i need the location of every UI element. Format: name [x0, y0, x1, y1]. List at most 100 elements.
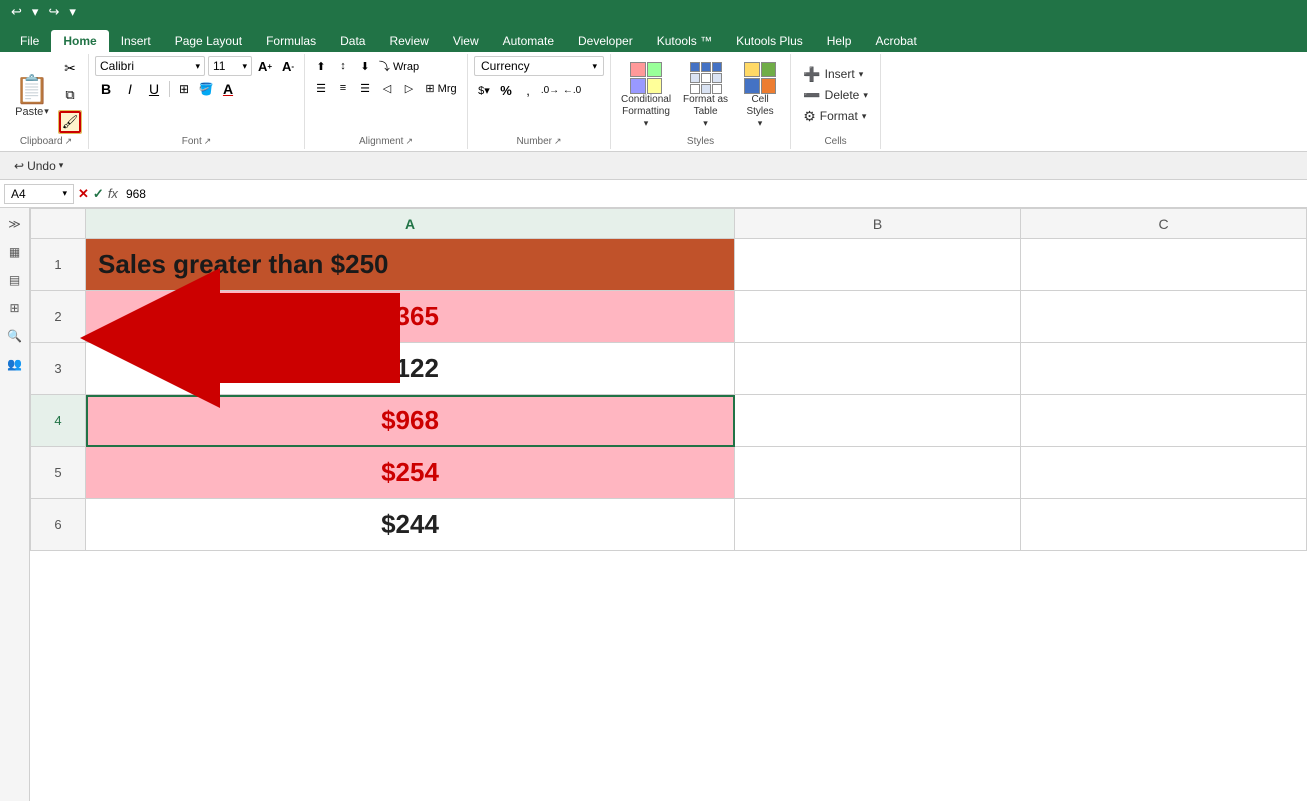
insert-dropdown-icon[interactable]: ▾ — [859, 69, 864, 80]
shrink-font-button[interactable]: A- — [278, 56, 298, 76]
tab-help[interactable]: Help — [815, 30, 864, 52]
cell-a2[interactable]: $365 — [86, 291, 735, 343]
percent-btn[interactable]: % — [496, 80, 516, 100]
format-cells-button[interactable]: ⚙ Format ▾ — [800, 107, 869, 126]
tab-automate[interactable]: Automate — [491, 30, 566, 52]
side-icon-2[interactable]: ▦ — [3, 240, 27, 264]
tab-data[interactable]: Data — [328, 30, 377, 52]
redo-quick-btn[interactable]: ↪ — [45, 3, 62, 21]
comma-btn[interactable]: , — [518, 80, 538, 100]
format-painter-button[interactable]: 🖌 — [58, 110, 82, 134]
tab-page-layout[interactable]: Page Layout — [163, 30, 254, 52]
border-button[interactable]: ⊞ — [174, 79, 194, 99]
cell-a1[interactable]: Sales greater than $250 — [86, 239, 735, 291]
cell-a6[interactable]: $244 — [86, 499, 735, 551]
cell-b4[interactable] — [735, 395, 1021, 447]
wrap-text-button[interactable]: ⤵ Wrap — [377, 56, 421, 76]
cell-c2[interactable] — [1021, 291, 1307, 343]
side-icon-6[interactable]: 👥 — [3, 352, 27, 376]
cell-reference-box[interactable]: A4 ▾ — [4, 184, 74, 204]
underline-button[interactable]: U — [143, 78, 165, 100]
decrease-decimal-btn[interactable]: ←.0 — [562, 80, 582, 100]
indent-inc-button[interactable]: ▷ — [399, 78, 419, 98]
cell-a5[interactable]: $254 — [86, 447, 735, 499]
cell-b3[interactable] — [735, 343, 1021, 395]
cell-a3[interactable]: $122 — [86, 343, 735, 395]
top-align-button[interactable]: ⬆ — [311, 56, 331, 76]
tab-view[interactable]: View — [441, 30, 491, 52]
fill-color-button[interactable]: 🪣 — [196, 79, 216, 99]
cancel-formula-icon[interactable]: ✕ — [78, 186, 89, 202]
side-icon-5[interactable]: 🔍 — [3, 324, 27, 348]
undo-dropdown-btn[interactable]: ▾ — [29, 3, 42, 21]
cell-b6[interactable] — [735, 499, 1021, 551]
merge-button[interactable]: ⊞ Mrg — [421, 78, 461, 98]
side-icon-3[interactable]: ▤ — [3, 268, 27, 292]
cell-c3[interactable] — [1021, 343, 1307, 395]
side-icon-4[interactable]: ⊞ — [3, 296, 27, 320]
side-icon-1[interactable]: ≫ — [3, 212, 27, 236]
cell-b5[interactable] — [735, 447, 1021, 499]
col-header-c[interactable]: C — [1021, 209, 1307, 239]
undo-dropdown-icon[interactable]: ▾ — [59, 160, 64, 171]
tab-kutools-plus[interactable]: Kutools Plus — [724, 30, 815, 52]
conditional-formatting-button[interactable]: ConditionalFormatting ▾ — [617, 60, 675, 131]
format-dropdown-icon[interactable]: ▾ — [862, 111, 867, 122]
insert-cells-button[interactable]: ➕ Insert ▾ — [800, 65, 866, 84]
tab-review[interactable]: Review — [377, 30, 440, 52]
cell-a4[interactable]: $968 — [86, 395, 735, 447]
center-align-button[interactable]: ≡ — [333, 78, 353, 98]
delete-dropdown-icon[interactable]: ▾ — [863, 90, 868, 101]
more-quick-btn[interactable]: ▾ — [66, 3, 79, 21]
copy-button[interactable]: ⧉ — [58, 83, 82, 107]
undo-button[interactable]: ↩ ↩ Undo Undo ▾ — [8, 157, 69, 175]
left-align-button[interactable]: ☰ — [311, 78, 331, 98]
paste-dropdown-icon[interactable]: ▾ — [44, 106, 49, 117]
indent-dec-button[interactable]: ◁ — [377, 78, 397, 98]
font-size-selector[interactable]: 11 ▾ — [208, 56, 252, 76]
cut-button[interactable]: ✂ — [58, 56, 82, 80]
row-num-4[interactable]: 4 — [31, 395, 86, 447]
confirm-formula-icon[interactable]: ✓ — [93, 186, 104, 202]
row-num-6[interactable]: 6 — [31, 499, 86, 551]
row-num-3[interactable]: 3 — [31, 343, 86, 395]
font-dialog-btn[interactable]: ↗ — [204, 136, 212, 147]
tab-file[interactable]: File — [8, 30, 51, 52]
cell-b2[interactable] — [735, 291, 1021, 343]
cell-styles-button[interactable]: CellStyles ▾ — [736, 60, 784, 131]
mid-align-button[interactable]: ↕ — [333, 56, 353, 76]
row-num-1[interactable]: 1 — [31, 239, 86, 291]
bot-align-button[interactable]: ⬇ — [355, 56, 375, 76]
number-dialog-btn[interactable]: ↗ — [554, 136, 562, 147]
bold-button[interactable]: B — [95, 78, 117, 100]
font-color-button[interactable]: A — [218, 79, 238, 99]
italic-button[interactable]: I — [119, 78, 141, 100]
tab-kutools[interactable]: Kutools ™ — [645, 30, 724, 52]
tab-developer[interactable]: Developer — [566, 30, 645, 52]
tab-formulas[interactable]: Formulas — [254, 30, 328, 52]
col-header-a[interactable]: A — [86, 209, 735, 239]
cell-b1[interactable] — [735, 239, 1021, 291]
col-header-b[interactable]: B — [735, 209, 1021, 239]
delete-cells-button[interactable]: ➖ Delete ▾ — [800, 86, 871, 105]
clipboard-dialog-btn[interactable]: ↗ — [65, 136, 73, 147]
format-as-table-button[interactable]: Format asTable ▾ — [679, 60, 732, 131]
tab-acrobat[interactable]: Acrobat — [863, 30, 928, 52]
undo-quick-btn[interactable]: ↩ — [8, 3, 25, 21]
right-align-button[interactable]: ☰ — [355, 78, 375, 98]
number-format-dropdown[interactable]: Currency ▾ — [474, 56, 604, 76]
increase-decimal-btn[interactable]: .0→ — [540, 80, 560, 100]
cell-c6[interactable] — [1021, 499, 1307, 551]
cell-c5[interactable] — [1021, 447, 1307, 499]
row-num-2[interactable]: 2 — [31, 291, 86, 343]
tab-insert[interactable]: Insert — [109, 30, 163, 52]
font-name-selector[interactable]: Calibri ▾ — [95, 56, 205, 76]
cell-c4[interactable] — [1021, 395, 1307, 447]
row-num-5[interactable]: 5 — [31, 447, 86, 499]
paste-button[interactable]: 📋 Paste ▾ — [10, 56, 54, 134]
fx-icon[interactable]: fx — [108, 186, 118, 201]
grow-font-button[interactable]: A+ — [255, 56, 275, 76]
alignment-dialog-btn[interactable]: ↗ — [405, 136, 413, 147]
accounting-format-btn[interactable]: $▾ — [474, 80, 494, 100]
cell-c1[interactable] — [1021, 239, 1307, 291]
